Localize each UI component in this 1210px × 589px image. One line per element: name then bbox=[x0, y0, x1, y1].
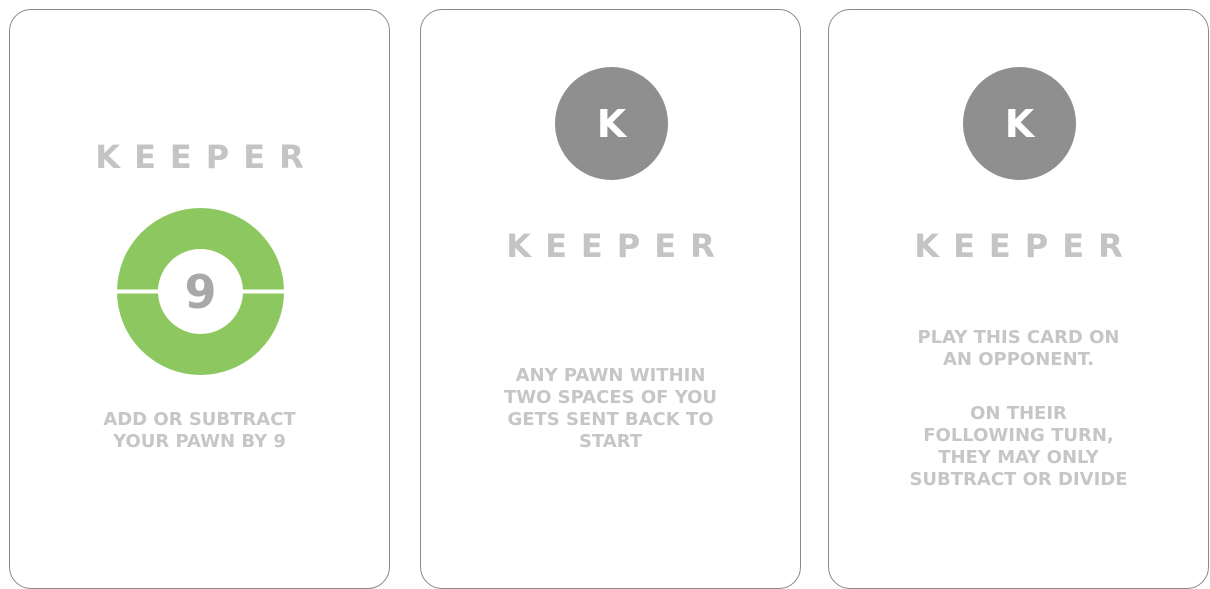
card-description: ADD OR SUBTRACT YOUR PAWN BY 9 bbox=[103, 409, 296, 452]
card-description-secondary: ON THEIR FOLLOWING TURN, THEY MAY ONLY S… bbox=[909, 403, 1128, 490]
k-circle-icon: K bbox=[963, 67, 1076, 180]
card-description: ANY PAWN WITHIN TWO SPACES OF YOU GETS S… bbox=[503, 365, 718, 452]
card-number: 9 bbox=[184, 264, 217, 319]
keeper-card-1[interactable]: KEEPER 9 ADD OR SUBTRACT YOUR PAWN BY 9 bbox=[9, 9, 390, 589]
card-description-primary: PLAY THIS CARD ON AN OPPONENT. bbox=[917, 327, 1120, 370]
card-title: KEEPER bbox=[95, 138, 318, 176]
k-circle-icon: K bbox=[555, 67, 668, 180]
card-title: KEEPER bbox=[914, 227, 1137, 265]
keeper-card-3[interactable]: K KEEPER PLAY THIS CARD ON AN OPPONENT. … bbox=[828, 9, 1209, 589]
card-title: KEEPER bbox=[506, 227, 729, 265]
keeper-card-2[interactable]: K KEEPER ANY PAWN WITHIN TWO SPACES OF Y… bbox=[420, 9, 801, 589]
